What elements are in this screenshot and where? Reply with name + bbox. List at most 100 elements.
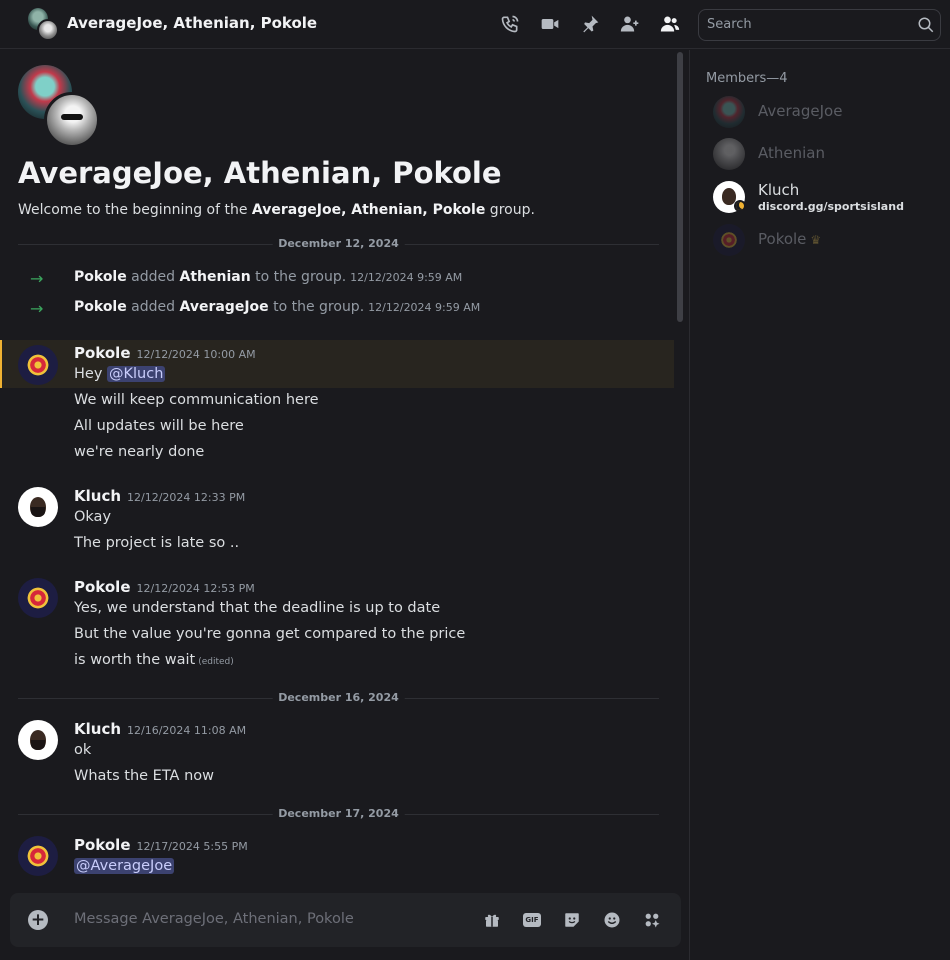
group-avatar [26,8,60,42]
member-athenian[interactable]: Athenian [713,137,943,171]
avatar-kluch[interactable] [18,487,58,527]
chat-scrollbar[interactable] [677,52,683,322]
message-text: Hey [74,366,108,382]
system-message-text: Pokole added AverageJoe to the group. 12/… [74,299,480,315]
discord-window: AverageJoe, Athenian, Pokole Search Aver… [0,0,950,960]
sunglasses-graphic [61,114,83,120]
channel-header: AverageJoe, Athenian, Pokole Search [0,0,950,49]
message-author[interactable]: Kluch 12/16/2024 11:08 AM [74,720,246,738]
member-custom-status: discord.gg/sportsisland [758,200,904,213]
message-timestamp: 12/12/2024 12:33 PM [127,491,246,504]
member-avatar [713,224,745,256]
avatar-pokole[interactable] [18,345,58,385]
welcome-text-after: group. [485,202,535,218]
message-line: we're nearly done [74,444,205,460]
pokole-logo-graphic [720,231,738,249]
message-composer[interactable]: + Message AverageJoe, Athenian, Pokole G… [10,893,681,947]
member-kluch[interactable]: Kluch discord.gg/sportsisland [713,180,943,214]
date-divider: December 12, 2024 [18,237,659,250]
message-line: Okay [74,509,112,525]
member-name: AverageJoe [758,102,843,120]
pin-icon[interactable] [579,13,601,35]
gif-icon[interactable]: GIF [521,909,543,931]
member-added-arrow-icon: → [30,269,44,288]
members-header: Members—4 [706,71,788,86]
system-target[interactable]: AverageJoe [180,299,269,315]
avatar-pokole[interactable] [18,836,58,876]
system-actor[interactable]: Pokole [74,299,127,315]
date-divider: December 16, 2024 [18,691,659,704]
gift-icon[interactable] [481,909,503,931]
apps-icon[interactable] [641,909,663,931]
emoji-icon[interactable] [601,909,623,931]
search-icon [917,16,935,34]
member-averagejoe[interactable]: AverageJoe [713,95,943,129]
member-added-arrow-icon: → [30,299,44,318]
gif-label: GIF [523,913,541,927]
message-line: The project is late so .. [74,535,240,551]
message-line: is worth the wait (edited) [74,652,234,668]
message-text: is worth the wait [74,652,196,668]
pokole-logo-graphic [26,353,50,377]
video-camera-icon[interactable] [539,13,561,35]
avatar-pokole[interactable] [18,578,58,618]
message-input[interactable]: Message AverageJoe, Athenian, Pokole [74,911,354,927]
date-divider: December 17, 2024 [18,807,659,820]
message-line: ok [74,742,92,758]
message-line: Whats the ETA now [74,768,215,784]
author-name[interactable]: Pokole [74,344,131,362]
welcome-text: Welcome to the beginning of the AverageJ… [18,202,535,218]
search-box[interactable]: Search [698,9,941,41]
author-name[interactable]: Pokole [74,578,131,596]
author-name[interactable]: Kluch [74,487,121,505]
user-mention[interactable]: @AverageJoe [74,858,175,874]
message-author[interactable]: Kluch 12/12/2024 12:33 PM [74,487,245,505]
message-line: All updates will be here [74,418,244,434]
phone-call-icon[interactable] [499,13,521,35]
crown-icon: ♛ [810,233,822,247]
member-name: Kluch [758,181,800,199]
member-avatar [713,96,745,128]
welcome-text-before: Welcome to the beginning of the [18,202,252,218]
member-name: Pokole [758,230,807,248]
welcome-avatar-athenian [44,92,100,148]
welcome-group-name: AverageJoe, Athenian, Pokole [251,202,486,218]
pokole-logo-graphic [26,844,50,868]
message-author[interactable]: Pokole 12/17/2024 5:55 PM [74,836,248,854]
system-target[interactable]: Athenian [180,269,251,285]
system-verb: added [126,269,180,285]
add-attachment-icon[interactable]: + [28,910,48,930]
message-line: @AverageJoe [74,858,175,874]
kluch-beard-graphic [31,740,45,750]
add-friend-icon[interactable] [619,13,641,35]
idle-status-icon [734,200,746,212]
member-avatar [713,138,745,170]
members-icon[interactable] [659,13,681,35]
date-label: December 17, 2024 [272,807,405,820]
system-message-text: Pokole added Athenian to the group. 12/12… [74,269,462,285]
system-verb: added [126,299,180,315]
members-divider [689,50,690,960]
message-line: Hey @Kluch [74,366,166,382]
sticker-icon[interactable] [561,909,583,931]
system-timestamp: 12/12/2024 9:59 AM [350,271,463,284]
avatar-kluch[interactable] [18,720,58,760]
system-actor[interactable]: Pokole [74,269,127,285]
author-name[interactable]: Kluch [74,720,121,738]
system-message: → Pokole added Athenian to the group. 12/… [0,268,680,290]
member-name-row: Pokole ♛ [758,230,821,248]
search-input[interactable]: Search [707,17,752,32]
welcome-title: AverageJoe, Athenian, Pokole [18,156,502,190]
message-author[interactable]: Pokole 12/12/2024 12:53 PM [74,578,255,596]
author-name[interactable]: Pokole [74,836,131,854]
member-pokole[interactable]: Pokole ♛ [713,223,943,257]
message-line: Yes, we understand that the deadline is … [74,600,441,616]
system-message: → Pokole added AverageJoe to the group. 1… [0,298,680,320]
message-timestamp: 12/12/2024 10:00 AM [136,348,256,361]
date-label: December 16, 2024 [272,691,405,704]
user-mention[interactable]: @Kluch [107,366,166,382]
system-timestamp: 12/12/2024 9:59 AM [368,301,481,314]
message-author[interactable]: Pokole 12/12/2024 10:00 AM [74,344,256,362]
pokole-logo-graphic [26,586,50,610]
system-rest: to the group. [268,299,365,315]
